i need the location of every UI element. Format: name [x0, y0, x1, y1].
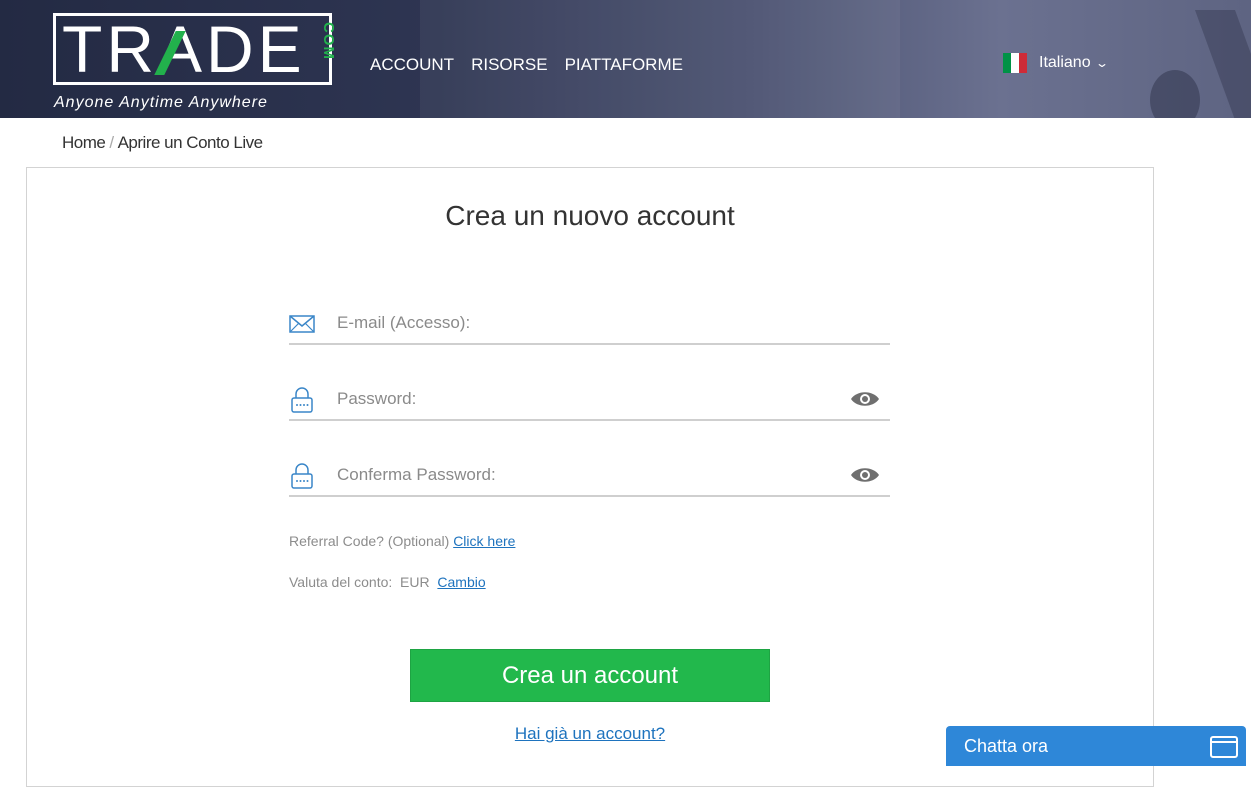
confirm-password-field [289, 455, 890, 497]
lock-icon [291, 463, 313, 489]
eye-icon[interactable] [850, 465, 880, 485]
email-field [289, 303, 890, 345]
referral-label: Referral Code? (Optional) [289, 533, 450, 549]
logo-text: TRADE [62, 12, 306, 86]
language-selector[interactable]: Italiano ⌄ [1003, 53, 1109, 73]
password-field [289, 379, 890, 421]
window-icon [1210, 736, 1238, 758]
lock-icon [291, 387, 313, 413]
italy-flag-icon [1003, 53, 1027, 73]
currency-label: Valuta del conto: [289, 574, 393, 590]
language-label: Italiano [1039, 54, 1091, 71]
page-title: Crea un nuovo account [445, 200, 735, 231]
breadcrumb-separator: / [109, 133, 114, 152]
eye-icon[interactable] [850, 389, 880, 409]
currency-value: EUR [400, 574, 430, 590]
nav-risorse[interactable]: RISORSE [471, 55, 548, 75]
nav-account[interactable]: ACCOUNT [370, 55, 454, 75]
chat-label: Chatta ora [964, 736, 1049, 756]
confirm-password-input[interactable] [337, 461, 837, 489]
breadcrumb-current: Aprire un Conto Live [117, 133, 263, 152]
referral-link[interactable]: Click here [453, 533, 515, 549]
tagline: Anyone Anytime Anywhere [54, 94, 268, 111]
envelope-icon [289, 315, 315, 333]
currency-change-link[interactable]: Cambio [437, 574, 485, 590]
logo-suffix: COM [320, 22, 337, 60]
chat-widget[interactable]: Chatta ora [946, 726, 1246, 766]
password-input[interactable] [337, 385, 837, 413]
chevron-down-icon: ⌄ [1094, 56, 1109, 70]
referral-row: Referral Code? (Optional) Click here [289, 533, 515, 549]
currency-row: Valuta del conto: EUR Cambio [289, 574, 486, 590]
breadcrumb-home[interactable]: Home [62, 133, 106, 152]
existing-account-link[interactable]: Hai già un account? [515, 724, 665, 743]
email-input[interactable] [337, 309, 837, 337]
nav-piattaforme[interactable]: PIATTAFORME [565, 55, 683, 75]
main-nav: ACCOUNT RISORSE PIATTAFORME [370, 55, 683, 75]
breadcrumb: Home / Aprire un Conto Live [62, 133, 263, 153]
site-header: TRADE COM Anyone Anytime Anywhere ACCOUN… [0, 0, 1251, 118]
create-account-button[interactable]: Crea un account [410, 649, 770, 702]
